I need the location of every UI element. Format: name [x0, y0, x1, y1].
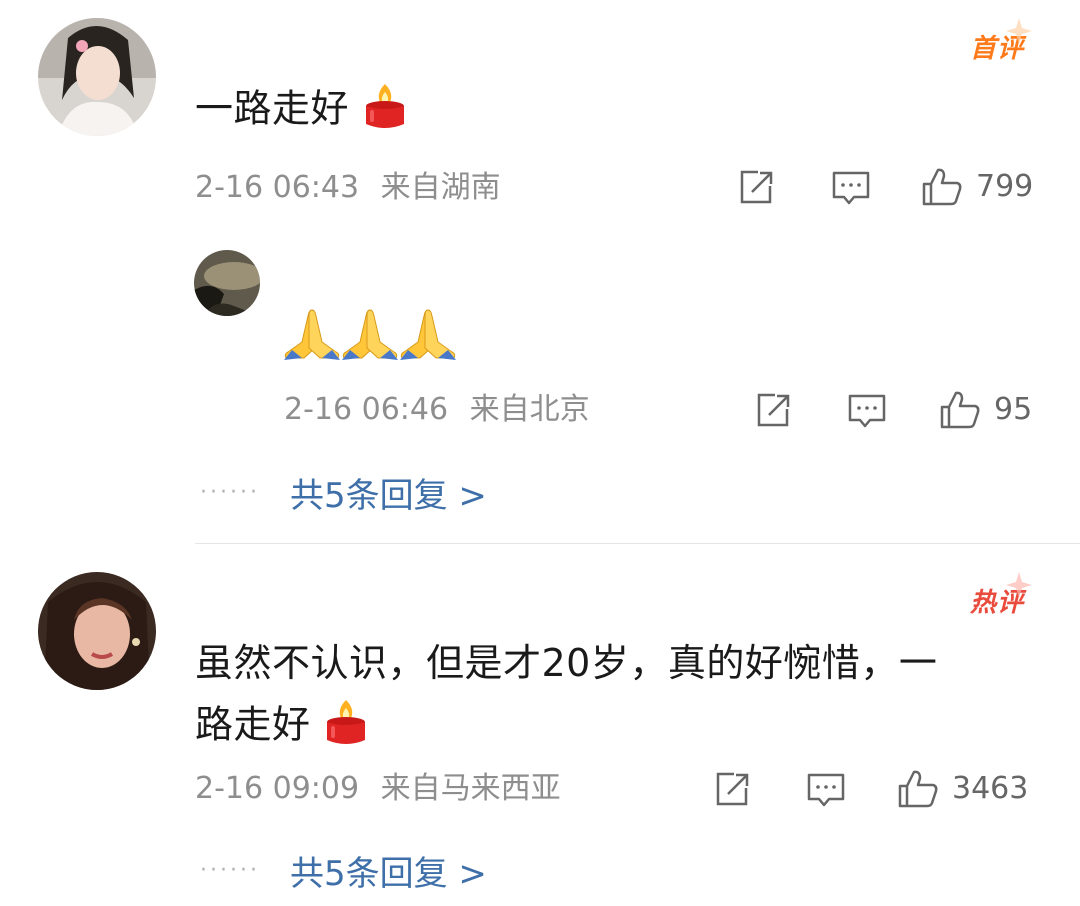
share-icon: [740, 170, 773, 204]
like-button[interactable]: 799: [920, 166, 1033, 208]
comment-meta: 2-16 06:43 来自湖南: [195, 170, 501, 206]
comment-text: 虽然不认识，但是才20岁，真的好惋惜，一 路走好: [195, 638, 1055, 758]
ellipsis-dots: ······: [200, 480, 260, 505]
comment-icon: [807, 773, 845, 807]
reply-location: 来自北京: [469, 392, 590, 427]
like-button[interactable]: 3463: [896, 768, 1028, 810]
replies-row: ······ 共5条回复 >: [200, 468, 487, 517]
avatar-commenter-2[interactable]: [38, 572, 156, 690]
comment-text: 一路走好: [195, 80, 408, 142]
sparkle-icon: [1006, 572, 1033, 598]
comment-date: 2-16 09:09: [195, 771, 360, 806]
replies-row: ······ 共5条回复 >: [200, 846, 487, 895]
comment-location: 来自湖南: [380, 170, 501, 205]
candle-emoji: [323, 696, 369, 758]
sparkle-icon: [1006, 18, 1033, 44]
share-button[interactable]: [736, 168, 776, 208]
reply-share-button[interactable]: [753, 391, 793, 431]
candle-emoji: [362, 80, 408, 142]
comment-button[interactable]: [805, 770, 847, 810]
pray-emoji: [284, 306, 457, 374]
view-replies-link[interactable]: 共5条回复 >: [290, 846, 487, 895]
reply-text: [284, 306, 457, 374]
comment-text-line: 路走好: [195, 702, 311, 747]
comment-icon: [832, 171, 870, 205]
hot-comment-badge: 热评: [970, 572, 1033, 619]
reply-comment-button[interactable]: [846, 391, 888, 431]
thumbs-up-icon: [922, 168, 962, 206]
comment-location: 来自马来西亚: [380, 771, 561, 806]
comment-divider: [195, 543, 1080, 544]
reply-like-button[interactable]: 95: [938, 389, 1032, 431]
comment-button[interactable]: [830, 168, 872, 208]
comment-text-line: 虽然不认识，但是才20岁，真的好惋惜，一: [195, 641, 938, 685]
reply-date: 2-16 06:46: [284, 392, 449, 427]
comment-icon: [848, 394, 886, 428]
avatar-commenter-1[interactable]: [38, 18, 156, 136]
thumbs-up-icon: [940, 391, 980, 429]
share-icon: [716, 772, 749, 806]
comment-meta: 2-16 09:09 来自马来西亚: [195, 771, 561, 807]
like-count: 3463: [952, 771, 1029, 806]
ellipsis-dots: ······: [200, 858, 260, 883]
view-replies-link[interactable]: 共5条回复 >: [290, 468, 487, 517]
avatar-replier[interactable]: [194, 250, 260, 316]
like-count: 799: [976, 169, 1034, 204]
first-comment-badge: 首评: [970, 18, 1033, 65]
reply-meta: 2-16 06:46 来自北京: [284, 392, 590, 428]
reply-like-count: 95: [994, 392, 1033, 427]
thumbs-up-icon: [898, 770, 938, 808]
share-icon: [757, 393, 790, 427]
comment-date: 2-16 06:43: [195, 170, 360, 205]
share-button[interactable]: [712, 770, 752, 810]
